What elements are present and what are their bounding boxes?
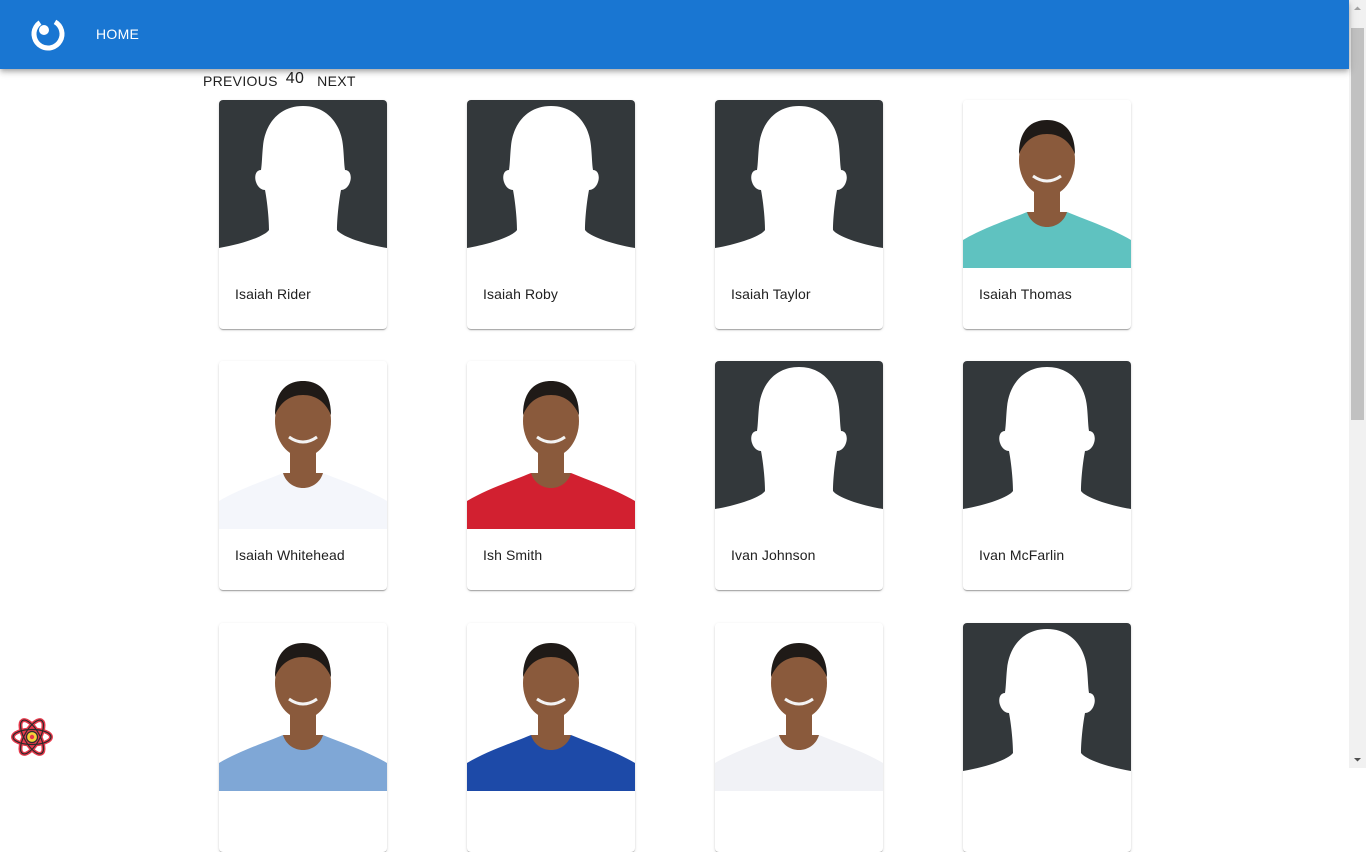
placeholder-silhouette-image	[467, 100, 635, 268]
player-card[interactable]: Isaiah Taylor	[715, 100, 883, 329]
player-name: Isaiah Rider	[235, 286, 311, 302]
placeholder-silhouette-image	[963, 623, 1131, 791]
player-name: Ish Smith	[483, 547, 543, 563]
scrollbar-thumb[interactable]	[1351, 28, 1364, 420]
page-number: 40	[285, 70, 305, 87]
circle-logo-icon[interactable]	[29, 15, 67, 53]
placeholder-silhouette-image	[219, 100, 387, 268]
player-name: Isaiah Whitehead	[235, 547, 345, 563]
player-card[interactable]: Ivan Johnson	[715, 361, 883, 590]
scroll-up-arrow-icon[interactable]	[1349, 0, 1366, 17]
player-photo	[219, 623, 387, 791]
player-card[interactable]: Ivan McFarlin	[963, 361, 1131, 590]
previous-button[interactable]: PREVIOUS	[203, 73, 278, 89]
player-card[interactable]	[963, 623, 1131, 852]
placeholder-silhouette-image	[963, 361, 1131, 529]
player-photo	[467, 361, 635, 529]
player-card[interactable]	[219, 623, 387, 852]
next-button[interactable]: NEXT	[317, 73, 356, 89]
page-scrollbar[interactable]	[1349, 0, 1366, 768]
placeholder-silhouette-image	[715, 100, 883, 268]
home-button[interactable]: HOME	[88, 20, 147, 48]
app-bar: HOME	[0, 0, 1349, 69]
player-card[interactable]: Isaiah Rider	[219, 100, 387, 329]
player-name: Ivan Johnson	[731, 547, 816, 563]
player-photo	[219, 361, 387, 529]
player-name: Ivan McFarlin	[979, 547, 1065, 563]
player-card[interactable]	[467, 623, 635, 852]
placeholder-silhouette-image	[715, 361, 883, 529]
player-card[interactable]: Isaiah Roby	[467, 100, 635, 329]
player-card[interactable]	[715, 623, 883, 852]
pagination: PREVIOUS 40 NEXT	[203, 70, 356, 92]
player-photo	[715, 623, 883, 791]
player-photo	[963, 100, 1131, 268]
scroll-down-arrow-icon[interactable]	[1349, 751, 1366, 768]
player-card[interactable]: Isaiah Thomas	[963, 100, 1131, 329]
react-atom-icon[interactable]	[10, 715, 54, 759]
player-name: Isaiah Thomas	[979, 286, 1072, 302]
player-photo	[467, 623, 635, 791]
player-card[interactable]: Ish Smith	[467, 361, 635, 590]
player-name: Isaiah Taylor	[731, 286, 811, 302]
player-card[interactable]: Isaiah Whitehead	[219, 361, 387, 590]
player-name: Isaiah Roby	[483, 286, 559, 302]
